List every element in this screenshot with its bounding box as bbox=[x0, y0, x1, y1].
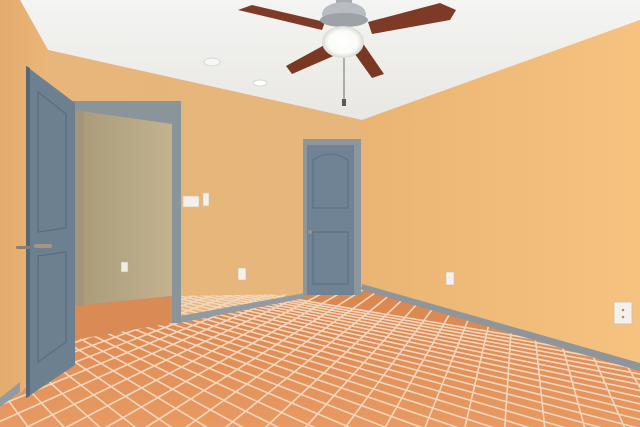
outlet-hole bbox=[621, 308, 625, 312]
light-switch-plate bbox=[182, 195, 200, 208]
closet-interior-left bbox=[74, 110, 84, 306]
fan-pull-chain-fob bbox=[342, 99, 346, 106]
dimmer-switch bbox=[202, 192, 210, 207]
smoke-detector bbox=[203, 57, 221, 67]
closet-interior-wall bbox=[74, 110, 172, 306]
back-door bbox=[307, 145, 354, 295]
fan-light-globe bbox=[322, 26, 364, 58]
closet-outlet bbox=[120, 261, 129, 273]
open-door-edge bbox=[26, 66, 30, 398]
door-handle-left bbox=[16, 246, 30, 249]
fan-motor-band bbox=[320, 13, 368, 27]
back-door-knob bbox=[308, 230, 312, 234]
open-door bbox=[26, 66, 75, 398]
outlet-hole bbox=[621, 315, 625, 319]
door-handle bbox=[34, 244, 52, 248]
wall-outlet-back bbox=[237, 267, 247, 281]
wall-outlet-right-2 bbox=[613, 301, 633, 325]
wall-outlet-right-1 bbox=[445, 271, 455, 286]
room-scene bbox=[0, 0, 640, 427]
recessed-light bbox=[252, 79, 268, 87]
